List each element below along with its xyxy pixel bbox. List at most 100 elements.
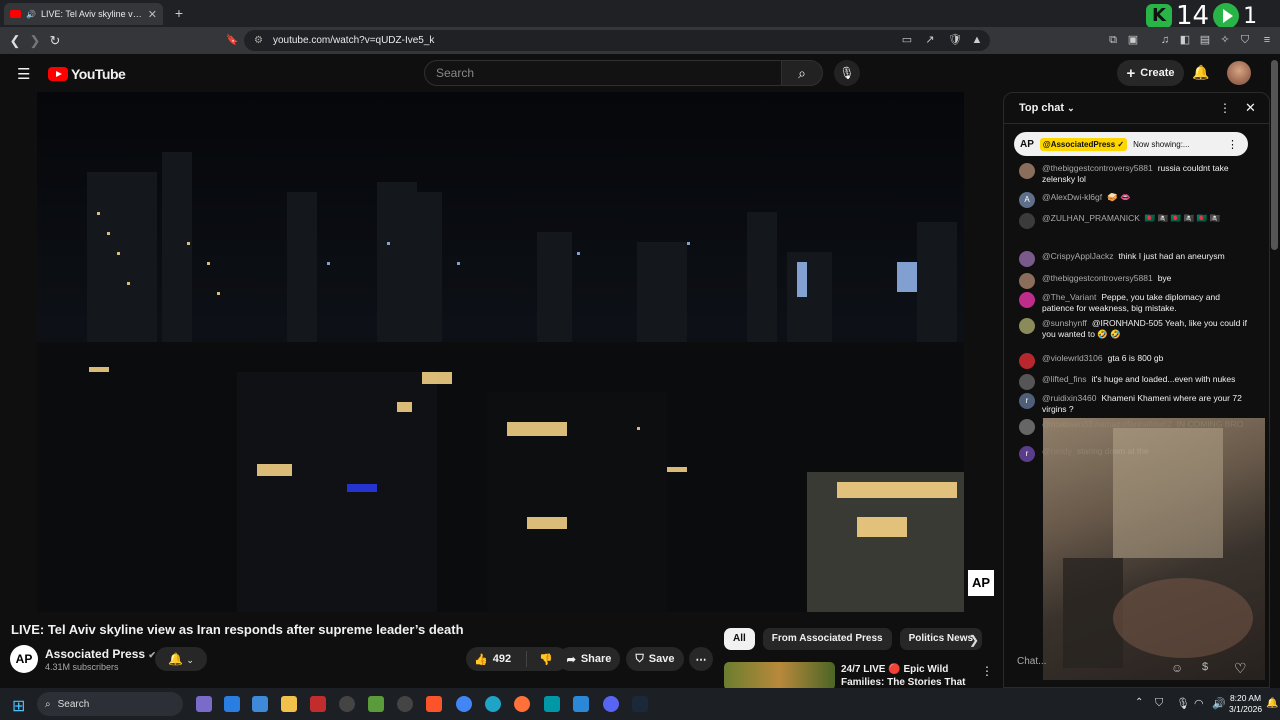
- chat-author[interactable]: @lifted_fins: [1042, 374, 1087, 384]
- hamburger-menu-icon[interactable]: ☰: [17, 65, 30, 83]
- brave-browser-icon[interactable]: [426, 696, 442, 712]
- youtube-logo[interactable]: YouTube: [48, 66, 126, 82]
- mic-tray-icon[interactable]: 🎙: [1176, 697, 1190, 710]
- github-icon[interactable]: [397, 696, 413, 712]
- sidebar-icon[interactable]: ◧: [1178, 33, 1192, 47]
- leo-ai-icon[interactable]: ✧: [1218, 33, 1232, 47]
- pinned-message[interactable]: AP @AssociatedPress ✓ Now showing:... ⋮: [1014, 132, 1248, 156]
- reload-icon[interactable]: ↻: [47, 33, 63, 49]
- recommendation-title[interactable]: 24/7 LIVE 🔴 Epic Wild Families: The Stor…: [841, 663, 969, 689]
- notification-bell-icon[interactable]: 🔔: [1266, 698, 1278, 709]
- video-player[interactable]: [37, 92, 964, 612]
- brave-rewards-icon[interactable]: ▲: [970, 33, 984, 47]
- chat-message[interactable]: @violewrld3106 gta 6 is 800 gb: [1019, 353, 1247, 369]
- chat-author-avatar[interactable]: [1019, 353, 1035, 369]
- chat-author-avatar[interactable]: [1019, 374, 1035, 390]
- chat-author-avatar[interactable]: A: [1019, 192, 1035, 208]
- share-page-icon[interactable]: ↗: [923, 33, 937, 47]
- chat-message[interactable]: @lifted_fins it's huge and loaded...even …: [1019, 374, 1247, 390]
- chat-author-avatar[interactable]: [1019, 318, 1035, 334]
- like-button[interactable]: 👍 492: [474, 653, 511, 666]
- chat-menu-icon[interactable]: ⋮: [1219, 101, 1231, 115]
- create-button[interactable]: + Create: [1117, 60, 1184, 86]
- chat-author-avatar[interactable]: [1019, 213, 1035, 229]
- chat-author[interactable]: @The_Variant: [1042, 292, 1096, 302]
- chat-message[interactable]: @The_Variant Peppe, you take diplomacy an…: [1019, 292, 1247, 314]
- search-input[interactable]: Search: [424, 60, 782, 86]
- chat-author-avatar[interactable]: [1019, 419, 1035, 435]
- back-icon[interactable]: ❮: [7, 33, 23, 49]
- chat-author-avatar[interactable]: r: [1019, 393, 1035, 409]
- chat-message[interactable]: A @AlexDwi-kl6gf 🥪 👄: [1019, 192, 1247, 208]
- chat-message[interactable]: r @ruidixin3460 Khameni Khameni where are …: [1019, 393, 1247, 415]
- chat-author-avatar[interactable]: [1019, 273, 1035, 289]
- vpn-app-icon[interactable]: [368, 696, 384, 712]
- chat-message[interactable]: @sunshynff @IRONHAND-505 Yeah, like you c…: [1019, 318, 1247, 340]
- recommendation-more-icon[interactable]: ⋮: [981, 664, 993, 678]
- vpn-icon[interactable]: ⛉: [1238, 33, 1252, 47]
- outlook-icon[interactable]: [224, 696, 240, 712]
- music-icon[interactable]: ♫: [1158, 33, 1172, 47]
- steam-icon[interactable]: [632, 696, 648, 712]
- chat-input[interactable]: Chat...: [1017, 656, 1046, 667]
- chat-message[interactable]: @ZULHAN_PRAMANICK 🇧🇩 🏴‍☠️ 🇧🇩 🏴‍☠️ 🇧🇩 🏴‍☠️: [1019, 213, 1247, 229]
- bookmark-icon[interactable]: 🔖: [226, 35, 238, 46]
- file-explorer-icon[interactable]: [281, 696, 297, 712]
- chrome-icon[interactable]: [456, 696, 472, 712]
- chip-all[interactable]: All: [724, 628, 755, 650]
- close-tab-icon[interactable]: ✕: [148, 8, 157, 21]
- pinned-more-icon[interactable]: ⋮: [1227, 138, 1238, 151]
- more-actions-button[interactable]: ⋯: [689, 647, 713, 671]
- user-avatar[interactable]: [1227, 61, 1251, 85]
- chat-author[interactable]: @thebiggestcontroversy5881: [1042, 273, 1153, 283]
- chat-author[interactable]: @AlexDwi-kl6gf: [1042, 192, 1102, 202]
- chat-author[interactable]: @thebiggestcontroversy5881: [1042, 163, 1153, 173]
- site-info-icon[interactable]: ⚙: [254, 35, 263, 46]
- vscode-icon[interactable]: [573, 696, 589, 712]
- voice-search-button[interactable]: 🎙: [834, 60, 860, 86]
- chat-author[interactable]: @ZULHAN_PRAMANICK: [1042, 213, 1140, 223]
- forward-icon[interactable]: ❯: [27, 33, 43, 49]
- share-button[interactable]: ➦ Share: [558, 647, 620, 671]
- chat-author-avatar[interactable]: [1019, 163, 1035, 179]
- windows-start-icon[interactable]: ⊞: [12, 696, 25, 716]
- task-view-icon[interactable]: [196, 696, 212, 712]
- network-tray-icon[interactable]: ⛉: [1155, 697, 1163, 710]
- taskbar-clock[interactable]: 8:20 AM 3/1/2026: [1229, 693, 1262, 715]
- chat-close-icon[interactable]: ✕: [1245, 100, 1256, 116]
- chat-author[interactable]: @sunshynff: [1042, 318, 1087, 328]
- chat-author-avatar[interactable]: [1019, 251, 1035, 267]
- chat-author-avatar[interactable]: r: [1019, 446, 1035, 462]
- search-button[interactable]: ⌕: [781, 60, 823, 86]
- emoji-icon[interactable]: ☺: [1171, 661, 1183, 675]
- extensions-icon[interactable]: ⧉: [1106, 33, 1120, 47]
- heart-icon[interactable]: ♡: [1234, 660, 1247, 677]
- notifications-bell-icon[interactable]: 🔔: [1192, 64, 1209, 81]
- save-button[interactable]: ⛉ Save: [626, 647, 684, 671]
- wifi-icon[interactable]: ◠: [1194, 697, 1204, 710]
- url-text[interactable]: youtube.com/watch?v=qUDZ-Ive5_k: [273, 35, 434, 46]
- channel-name[interactable]: Associated Press ✔: [45, 647, 156, 661]
- super-chat-icon[interactable]: $: [1202, 661, 1208, 673]
- wallet-icon[interactable]: ▣: [1126, 33, 1140, 47]
- wallet-card-icon[interactable]: ▤: [1198, 33, 1212, 47]
- clock-app-icon[interactable]: [339, 696, 355, 712]
- netflix-icon[interactable]: [310, 696, 326, 712]
- dislike-button[interactable]: 👎: [539, 653, 553, 666]
- browser-tab[interactable]: 🔊 LIVE: Tel Aviv skyline view as Ir ✕: [4, 3, 163, 25]
- chat-message[interactable]: @thebiggestcontroversy5881 bye: [1019, 273, 1247, 289]
- channel-name-text[interactable]: Associated Press: [45, 647, 145, 661]
- arduino-icon[interactable]: [544, 696, 560, 712]
- app-r-icon[interactable]: [252, 696, 268, 712]
- edge-icon[interactable]: [485, 696, 501, 712]
- new-tab-button[interactable]: +: [170, 4, 188, 22]
- page-scrollbar[interactable]: [1271, 60, 1278, 250]
- browser-menu-icon[interactable]: ≡: [1260, 33, 1274, 47]
- chat-author-avatar[interactable]: [1019, 292, 1035, 308]
- chip-from-associated-press[interactable]: From Associated Press: [762, 628, 892, 650]
- channel-avatar[interactable]: AP: [10, 645, 38, 673]
- chat-message[interactable]: @CrispyApplJackz think I just had an aneu…: [1019, 251, 1247, 267]
- brave-shield-icon[interactable]: 🛡: [948, 33, 962, 47]
- address-bar[interactable]: 🔖 ⚙ youtube.com/watch?v=qUDZ-Ive5_k: [226, 30, 990, 51]
- chat-author[interactable]: @ruidixin3460: [1042, 393, 1096, 403]
